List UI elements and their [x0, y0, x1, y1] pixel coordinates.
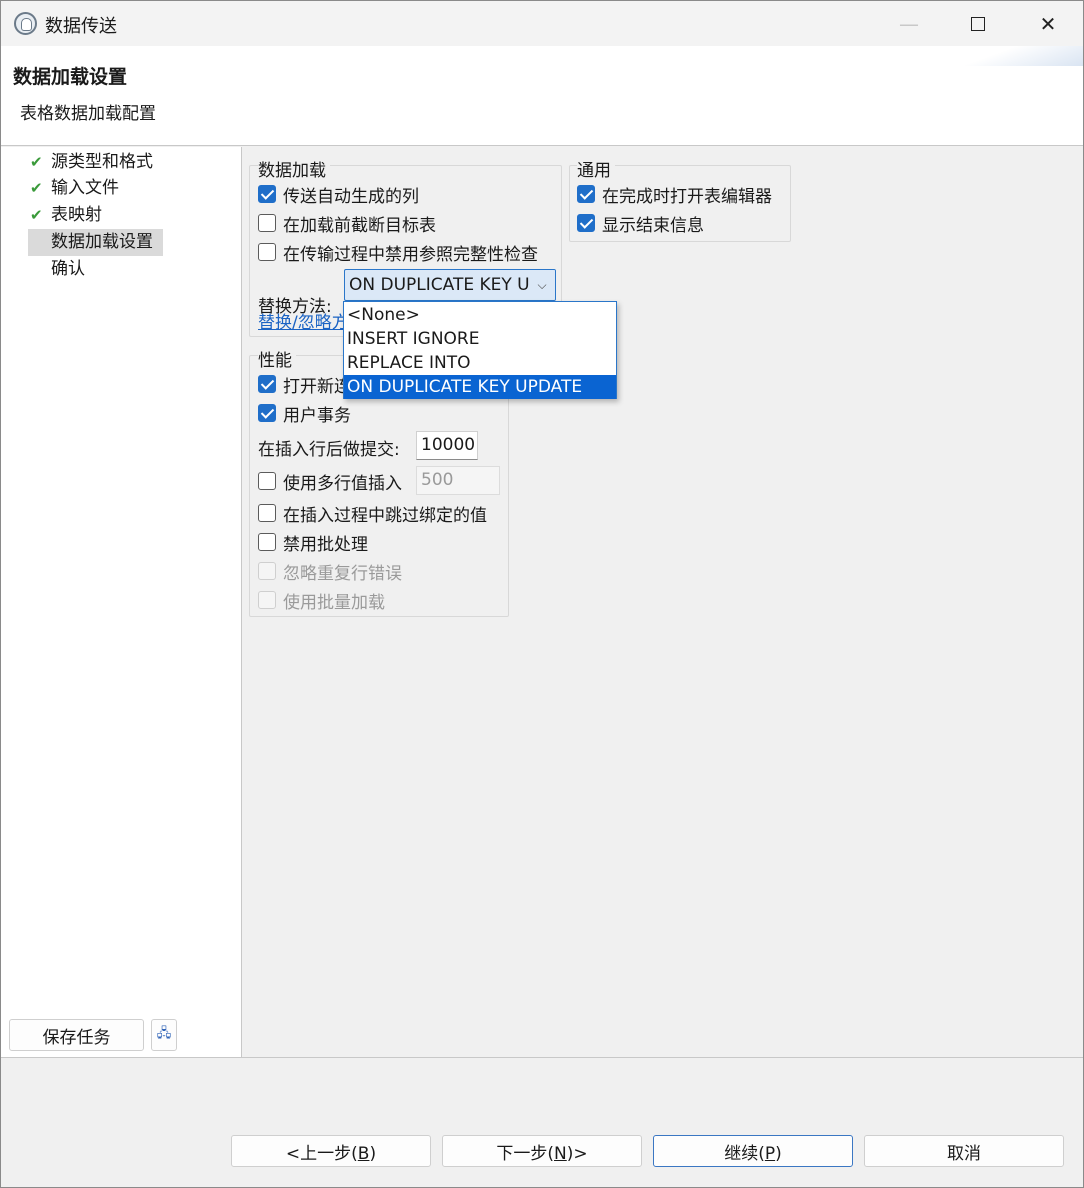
- data-transfer-window: 数据传送 — ✕ 数据加载设置 表格数据加载配置 ✔ 源类型和格式 ✔ 输入文件…: [0, 0, 1084, 1188]
- title-bar: 数据传送 — ✕: [1, 1, 1083, 46]
- replace-method-value: ON DUPLICATE KEY UPDATE: [349, 275, 555, 295]
- option-skip-bind-values[interactable]: 在插入过程中跳过绑定的值: [258, 501, 487, 526]
- button-label: 下一步(: [496, 1143, 555, 1164]
- checkbox[interactable]: [258, 533, 276, 551]
- replace-method-dropdown: <None> INSERT IGNORE REPLACE INTO ON DUP…: [343, 301, 617, 399]
- checkbox[interactable]: [258, 472, 276, 490]
- option-ignore-duplicate-errors: 忽略重复行错误: [258, 559, 402, 584]
- step-confirm[interactable]: 确认: [1, 256, 201, 282]
- dropdown-option-replace-into[interactable]: REPLACE INTO: [344, 351, 616, 375]
- option-transfer-auto-columns[interactable]: 传送自动生成的列: [258, 182, 419, 207]
- option-truncate-target[interactable]: 在加载前截断目标表: [258, 211, 436, 236]
- minimize-icon: —: [899, 11, 919, 36]
- chevron-down-icon: ⌵: [529, 270, 555, 300]
- step-label: 表映射: [51, 205, 102, 225]
- option-label: 在完成时打开表编辑器: [602, 186, 772, 207]
- checkbox[interactable]: [258, 185, 276, 203]
- page-subtitle: 表格数据加载配置: [20, 104, 156, 124]
- step-data-load-settings[interactable]: 数据加载设置: [1, 229, 201, 255]
- wizard-footer: <上一步(B) 下一步(N)> 继续(P) 取消: [1, 1057, 1083, 1187]
- option-label: 在插入过程中跳过绑定的值: [283, 505, 487, 526]
- step-input-files[interactable]: ✔ 输入文件: [1, 175, 201, 201]
- app-logo-icon: [14, 12, 37, 35]
- settings-pane: 数据加载 传送自动生成的列 在加载前截断目标表 在传输过程中禁用参照完整性检查 …: [243, 147, 1083, 1057]
- option-label: 禁用批处理: [283, 534, 368, 555]
- option-label: 在传输过程中禁用参照完整性检查: [283, 244, 538, 265]
- maximize-button[interactable]: [943, 1, 1013, 46]
- button-label-suffix: )>: [566, 1143, 588, 1164]
- maximize-icon: [971, 16, 985, 31]
- commit-after-label: 在插入行后做提交:: [258, 440, 400, 460]
- step-table-mapping[interactable]: ✔ 表映射: [1, 202, 201, 228]
- step-label: 源类型和格式: [51, 152, 153, 172]
- option-label: 传送自动生成的列: [283, 186, 419, 207]
- checkbox[interactable]: [258, 243, 276, 261]
- wizard-steps-pane: ✔ 源类型和格式 ✔ 输入文件 ✔ 表映射 数据加载设置 确认 保存任务 🖧: [1, 147, 242, 1057]
- checkbox: [258, 562, 276, 580]
- continue-button[interactable]: 继续(P): [653, 1135, 853, 1167]
- checkbox[interactable]: [258, 504, 276, 522]
- group-title: 性能: [258, 346, 296, 371]
- save-task-button[interactable]: 保存任务: [9, 1019, 144, 1051]
- mnemonic-key: N: [554, 1143, 567, 1164]
- general-group: 通用 在完成时打开表编辑器 显示结束信息: [569, 156, 791, 242]
- back-button[interactable]: <上一步(B): [231, 1135, 431, 1167]
- group-title: 通用: [577, 156, 615, 181]
- checkbox[interactable]: [577, 214, 595, 232]
- commit-after-input[interactable]: 10000: [416, 431, 478, 460]
- option-user-transaction[interactable]: 用户事务: [258, 401, 351, 426]
- multi-row-count-input: 500: [416, 466, 500, 495]
- replace-method-help-link[interactable]: 替换/忽略方法的说明: [258, 308, 344, 333]
- group-title: 数据加载: [258, 156, 330, 181]
- header-decoration: [935, 46, 1083, 66]
- check-icon: ✔: [30, 179, 43, 197]
- step-source-type[interactable]: ✔ 源类型和格式: [1, 149, 201, 175]
- button-label: <上一步(: [285, 1143, 358, 1164]
- next-button[interactable]: 下一步(N)>: [442, 1135, 642, 1167]
- button-label-suffix: ): [369, 1143, 377, 1164]
- checkbox[interactable]: [258, 404, 276, 422]
- dropdown-option-on-duplicate-key-update[interactable]: ON DUPLICATE KEY UPDATE: [344, 375, 616, 399]
- page-title: 数据加载设置: [13, 66, 128, 88]
- check-icon: ✔: [30, 206, 43, 224]
- button-label-suffix: ): [775, 1143, 782, 1164]
- network-icon: 🖧: [156, 1026, 172, 1041]
- option-label: 在加载前截断目标表: [283, 215, 436, 236]
- task-config-button[interactable]: 🖧: [151, 1019, 177, 1051]
- button-label: 继续(: [724, 1143, 765, 1164]
- dropdown-option-none[interactable]: <None>: [344, 303, 616, 327]
- mnemonic-key: P: [764, 1143, 776, 1164]
- option-label: 显示结束信息: [602, 215, 704, 236]
- option-open-table-editor[interactable]: 在完成时打开表编辑器: [577, 182, 772, 207]
- replace-method-select[interactable]: ON DUPLICATE KEY UPDATE ⌵: [344, 269, 556, 301]
- check-icon: ✔: [30, 153, 43, 171]
- option-disable-ref-integrity[interactable]: 在传输过程中禁用参照完整性检查: [258, 240, 538, 265]
- option-show-finish-info[interactable]: 显示结束信息: [577, 211, 704, 236]
- checkbox[interactable]: [577, 185, 595, 203]
- option-label: 使用多行值插入: [283, 473, 402, 494]
- step-label: 数据加载设置: [51, 232, 153, 252]
- dropdown-option-insert-ignore[interactable]: INSERT IGNORE: [344, 327, 616, 351]
- wizard-header: 数据加载设置 表格数据加载配置: [1, 46, 1083, 146]
- mnemonic-key: B: [357, 1143, 370, 1164]
- minimize-button[interactable]: —: [874, 1, 944, 46]
- window-title: 数据传送: [45, 16, 117, 37]
- option-label: 用户事务: [283, 405, 351, 426]
- cancel-button[interactable]: 取消: [864, 1135, 1064, 1167]
- checkbox: [258, 591, 276, 609]
- option-bulk-load: 使用批量加载: [258, 588, 385, 613]
- step-label: 输入文件: [51, 178, 119, 198]
- checkbox[interactable]: [258, 214, 276, 232]
- close-icon: ✕: [1039, 11, 1057, 36]
- step-label: 确认: [51, 259, 85, 279]
- close-button[interactable]: ✕: [1013, 1, 1083, 46]
- option-label: 使用批量加载: [283, 592, 385, 613]
- option-label: 忽略重复行错误: [283, 563, 402, 584]
- checkbox[interactable]: [258, 375, 276, 393]
- option-multi-row-insert[interactable]: 使用多行值插入: [258, 469, 402, 494]
- option-disable-batch[interactable]: 禁用批处理: [258, 530, 368, 555]
